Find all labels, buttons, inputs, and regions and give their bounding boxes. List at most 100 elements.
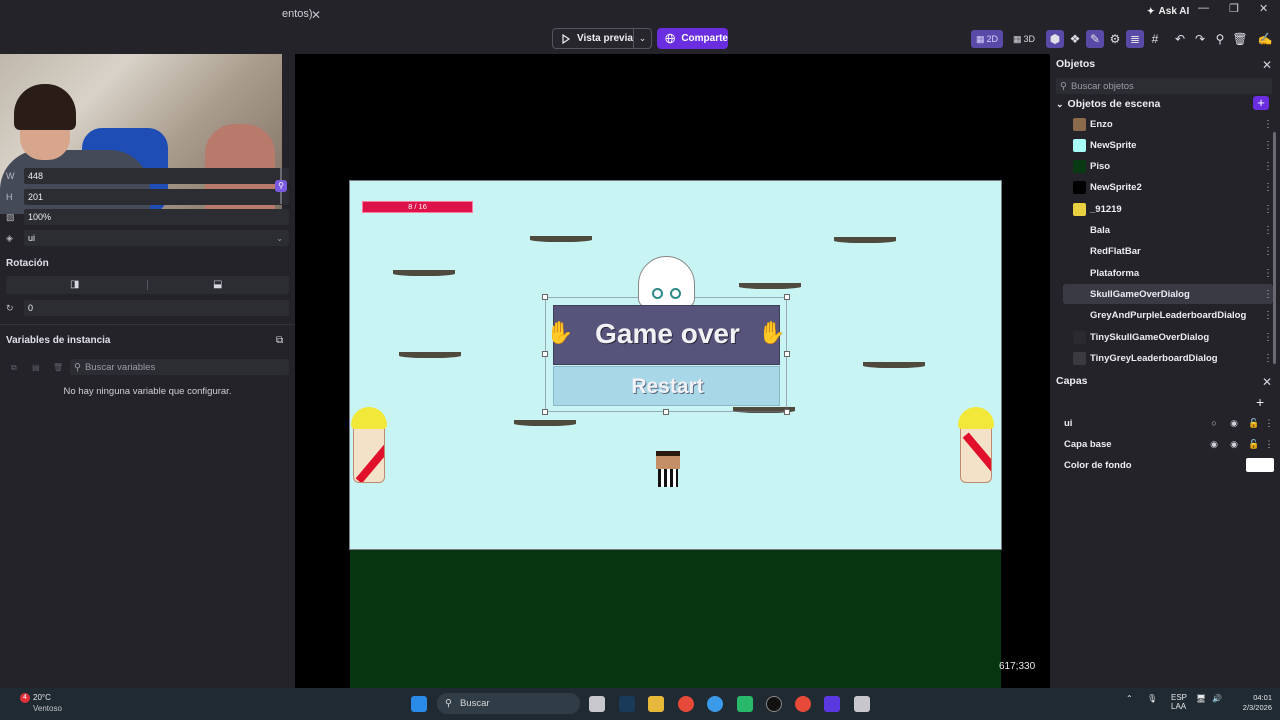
enemy-sprite[interactable] bbox=[958, 407, 994, 485]
delete-icon[interactable]: 🗑 bbox=[1231, 30, 1249, 48]
enemy-sprite[interactable] bbox=[351, 407, 387, 485]
platform[interactable] bbox=[863, 362, 925, 368]
object-item[interactable]: SkullGameOverDialog ⋮ bbox=[1063, 284, 1273, 305]
zoom-icon[interactable]: ⚲ bbox=[1211, 30, 1229, 48]
gaming-app-icon[interactable] bbox=[737, 696, 753, 712]
more-icon[interactable]: ⋮ bbox=[1263, 289, 1273, 300]
close-objects-panel-icon[interactable]: ✕ bbox=[1262, 58, 1272, 72]
open-external-icon[interactable]: ⧉ bbox=[276, 335, 283, 346]
player-sprite[interactable] bbox=[654, 451, 682, 487]
object-item[interactable]: TinyGreyLeaderboardDialog ⋮ bbox=[1063, 348, 1273, 368]
vpn-icon[interactable] bbox=[707, 696, 723, 712]
task-view-icon[interactable] bbox=[589, 696, 605, 712]
platform[interactable] bbox=[399, 352, 461, 358]
object-item[interactable]: GreyAndPurpleLeaderboardDialog ⋮ bbox=[1063, 306, 1273, 326]
more-icon[interactable]: ⋮ bbox=[1263, 225, 1273, 236]
behaviors-icon[interactable]: ❖ bbox=[1066, 30, 1084, 48]
network-icon[interactable]: 🖥 bbox=[1196, 694, 1206, 703]
undo-icon[interactable]: ↶ bbox=[1171, 30, 1189, 48]
rotation-field[interactable]: 0 bbox=[24, 300, 289, 316]
object-item[interactable]: RedFlatBar ⋮ bbox=[1063, 242, 1273, 262]
object-item[interactable]: Plataforma ⋮ bbox=[1063, 263, 1273, 283]
ask-ai-button[interactable]: ✦ Ask AI bbox=[1147, 6, 1189, 17]
link-size-icon[interactable]: ⚲ bbox=[275, 180, 287, 192]
platform[interactable] bbox=[739, 283, 801, 289]
properties-icon[interactable]: ⚙ bbox=[1106, 30, 1124, 48]
object-item[interactable]: NewSprite ⋮ bbox=[1063, 135, 1273, 155]
lock-icon[interactable]: 🔓 bbox=[1244, 418, 1264, 429]
layer-row-base[interactable]: Capa base ◉ ◉ 🔓 ⋮ bbox=[1064, 435, 1274, 453]
scene-canvas[interactable]: 8 / 16 Game over ✋ ✋ Restart bbox=[295, 54, 1050, 688]
resize-handle[interactable] bbox=[784, 409, 790, 415]
steam-icon[interactable] bbox=[619, 696, 635, 712]
layer-radio-icon[interactable]: ○ bbox=[1204, 418, 1224, 428]
more-icon[interactable]: ⋮ bbox=[1263, 204, 1273, 215]
more-icon[interactable]: ⋮ bbox=[1263, 119, 1273, 130]
copy-icon[interactable]: ⧉ bbox=[11, 363, 17, 373]
media-app-icon[interactable] bbox=[766, 696, 782, 712]
search-objects-input[interactable]: ⚲ Buscar objetos bbox=[1056, 78, 1272, 94]
edit-pencil-icon[interactable]: ✎ bbox=[1086, 30, 1104, 48]
more-icon[interactable]: ⋮ bbox=[1263, 140, 1273, 151]
more-icon[interactable]: ⋮ bbox=[1263, 182, 1273, 193]
lock-icon[interactable]: 🔓 bbox=[1244, 439, 1264, 450]
object-item[interactable]: TinySkullGameOverDialog ⋮ bbox=[1063, 327, 1273, 347]
platform[interactable] bbox=[530, 236, 592, 242]
paste-icon[interactable]: ▤ bbox=[32, 363, 40, 372]
platform[interactable] bbox=[834, 237, 896, 243]
more-icon[interactable]: ⋮ bbox=[1264, 418, 1274, 429]
share-button[interactable]: Comparte bbox=[657, 28, 728, 49]
volume-icon[interactable]: 🔊 bbox=[1212, 694, 1222, 703]
chrome-profile-icon[interactable] bbox=[795, 696, 811, 712]
tab-close-icon[interactable]: ✕ bbox=[311, 8, 321, 22]
scene-tab-label[interactable]: entos) bbox=[282, 8, 313, 20]
objects-panel-icon[interactable]: ⬢ bbox=[1046, 30, 1064, 48]
eye-icon[interactable]: ◉ bbox=[1224, 418, 1244, 429]
eye-icon[interactable]: ◉ bbox=[1224, 439, 1244, 450]
gdevelop-icon[interactable] bbox=[824, 696, 840, 712]
layer-radio-icon[interactable]: ◉ bbox=[1204, 439, 1224, 450]
object-item[interactable]: Piso ⋮ bbox=[1063, 157, 1273, 177]
resize-handle[interactable] bbox=[784, 294, 790, 300]
add-layer-icon[interactable]: + bbox=[1256, 394, 1264, 410]
object-item[interactable]: NewSprite2 ⋮ bbox=[1063, 178, 1273, 198]
skull-icon[interactable] bbox=[638, 256, 695, 308]
layers-icon[interactable]: ≣ bbox=[1126, 30, 1144, 48]
events-editor-icon[interactable]: ✍ bbox=[1256, 30, 1274, 48]
chevron-up-icon[interactable]: ⌃ bbox=[1126, 694, 1133, 703]
object-item[interactable]: Enzo ⋮ bbox=[1063, 114, 1273, 134]
more-icon[interactable]: ⋮ bbox=[1263, 161, 1273, 172]
flip-horizontal-icon[interactable]: ◨ bbox=[70, 279, 79, 290]
language-indicator[interactable]: ESP LAA bbox=[1171, 693, 1187, 711]
windows-start-icon[interactable] bbox=[411, 696, 427, 712]
minimize-icon[interactable]: — bbox=[1198, 2, 1209, 14]
layer-select[interactable]: ui ⌄ bbox=[24, 230, 289, 246]
more-icon[interactable]: ⋮ bbox=[1263, 332, 1273, 343]
maximize-icon[interactable]: ❐ bbox=[1229, 2, 1239, 15]
more-icon[interactable]: ⋮ bbox=[1264, 439, 1274, 450]
scene-objects-folder[interactable]: ⌄ Objetos de escena bbox=[1056, 98, 1160, 110]
objects-scrollbar[interactable] bbox=[1273, 132, 1276, 364]
preview-options-chevron-icon[interactable]: ⌄ bbox=[633, 28, 652, 49]
resize-handle[interactable] bbox=[784, 351, 790, 357]
object-item[interactable]: Bala ⋮ bbox=[1063, 221, 1273, 241]
microphone-icon[interactable]: 🎙 bbox=[1147, 694, 1157, 703]
redo-icon[interactable]: ↷ bbox=[1191, 30, 1209, 48]
grid-toggle-icon[interactable]: # bbox=[1146, 30, 1164, 48]
more-icon[interactable]: ⋮ bbox=[1263, 268, 1273, 279]
add-object-icon[interactable]: + bbox=[1253, 96, 1269, 110]
system-clock[interactable]: 04:01 2/3/2026 bbox=[1232, 693, 1272, 713]
opacity-field[interactable]: 100% bbox=[24, 209, 289, 225]
close-window-icon[interactable]: ✕ bbox=[1259, 2, 1268, 15]
restart-button[interactable]: Restart bbox=[553, 366, 780, 406]
preview-button[interactable]: Vista previa bbox=[552, 28, 634, 49]
width-field[interactable]: 448 bbox=[24, 168, 289, 184]
background-color-swatch[interactable] bbox=[1246, 458, 1274, 472]
chrome-icon[interactable] bbox=[678, 696, 694, 712]
health-bar[interactable]: 8 / 16 bbox=[362, 201, 473, 213]
layer-row-ui[interactable]: ui ○ ◉ 🔓 ⋮ bbox=[1064, 414, 1274, 432]
object-item[interactable]: _91219 ⋮ bbox=[1063, 199, 1273, 219]
scene-viewport[interactable]: 8 / 16 Game over ✋ ✋ Restart bbox=[349, 180, 1002, 550]
close-layers-panel-icon[interactable]: ✕ bbox=[1262, 375, 1272, 389]
resize-handle[interactable] bbox=[542, 294, 548, 300]
